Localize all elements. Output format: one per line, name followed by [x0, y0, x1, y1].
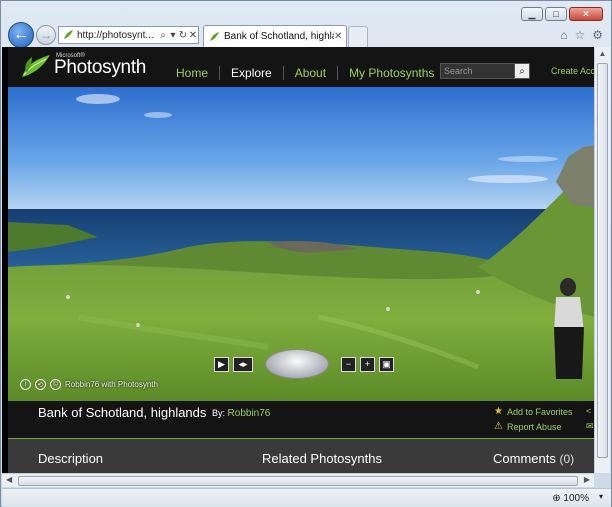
brand-small: Microsoft® [56, 53, 85, 59]
tab-description[interactable]: Description [38, 451, 103, 466]
embed-icon[interactable]: < [586, 406, 591, 416]
forward-button[interactable]: → [36, 25, 56, 45]
nav-home[interactable]: Home [165, 66, 221, 80]
navigation-joystick[interactable] [265, 349, 329, 379]
author-link[interactable]: Robbin76 [228, 408, 271, 419]
viewer-controls: ▶ ◂▸ − + ▣ [214, 349, 394, 379]
add-to-favorites-label: Add to Favorites [506, 406, 573, 417]
info-icon[interactable]: i [20, 379, 31, 390]
minus-icon: − [345, 359, 352, 369]
search-icon: ⌕ [519, 65, 525, 77]
gear-icon[interactable]: ⚙ [592, 28, 603, 42]
minimize-button[interactable]: ▁ [521, 7, 543, 21]
nav-explore[interactable]: Explore [220, 66, 284, 80]
star-icon[interactable]: ☆ [574, 28, 585, 42]
photosynth-favicon [64, 30, 73, 39]
scroll-right-icon[interactable]: ▶ [584, 475, 590, 484]
browser-titlebar: ▁ □ ✕ ← → http://photosynt... ⌕ ▾ ↻ ✕ Ba… [1, 1, 611, 48]
stop-icon[interactable]: ✕ [188, 30, 198, 41]
comments-count: (0) [559, 452, 575, 466]
synth-tabs: Description Related Photosynths Comments… [8, 439, 595, 473]
tab-related-photosynths[interactable]: Related Photosynths [262, 451, 382, 466]
photosynth-logo[interactable]: Microsoft® Photosynth [20, 53, 146, 79]
search-button[interactable]: ⌕ [514, 63, 530, 79]
home-icon[interactable]: ⌂ [560, 28, 567, 42]
report-abuse-label: Report Abuse [506, 421, 562, 432]
by-label: By: [212, 408, 226, 418]
dropdown-icon[interactable]: ▾ [168, 30, 178, 41]
email-icon[interactable]: ✉ [586, 421, 594, 432]
leaf-logo-icon [22, 55, 50, 77]
plus-icon: + [364, 359, 371, 369]
photosynth-favicon [210, 31, 219, 41]
pan-toggle-button[interactable]: ◂▸ [233, 356, 253, 372]
vertical-scrollbar[interactable]: ▲ [594, 47, 610, 473]
tab-comments[interactable]: Comments (0) [493, 451, 574, 466]
scroll-up-icon[interactable]: ▲ [595, 47, 610, 61]
synth-viewer[interactable]: ▶ ◂▸ − + ▣ i ⟲ © Robbin76 with Photosynt… [8, 87, 595, 401]
address-url[interactable]: http://photosynt... [77, 30, 158, 41]
horizontal-scrollbar[interactable]: ◀ ▶ [2, 473, 594, 487]
horizontal-scroll-thumb[interactable] [18, 476, 578, 486]
fullscreen-icon: ▣ [382, 358, 391, 369]
synth-info-bar: Bank of Schotland, highlands By: Robbin7… [8, 401, 595, 439]
play-button[interactable]: ▶ [214, 356, 229, 372]
cc-icon[interactable]: © [50, 379, 61, 390]
back-button[interactable]: ← [8, 22, 34, 48]
vertical-scroll-thumb[interactable] [597, 63, 608, 458]
create-account-link[interactable]: Create Acco [551, 66, 600, 76]
close-window-button[interactable]: ✕ [569, 7, 603, 21]
report-abuse-link[interactable]: ⚠ Report Abuse [494, 421, 562, 432]
search-icon[interactable]: ⌕ [158, 30, 168, 41]
address-bar[interactable]: http://photosynt... ⌕ ▾ ↻ ✕ [58, 26, 199, 44]
status-bar: ⊕ 100% ▾ [2, 488, 611, 507]
zoom-in-button[interactable]: + [360, 356, 375, 372]
tab-title: Bank of Schotland, highlan... [224, 31, 334, 42]
zoom-out-button[interactable]: − [341, 356, 356, 372]
refresh-icon[interactable]: ↻ [178, 30, 188, 41]
scroll-left-icon[interactable]: ◀ [6, 475, 12, 484]
fullscreen-button[interactable]: ▣ [379, 356, 394, 372]
add-to-favorites-link[interactable]: ★ Add to Favorites [494, 406, 573, 417]
browser-window: ▁ □ ✕ ← → http://photosynt... ⌕ ▾ ↻ ✕ Ba… [0, 0, 612, 507]
back-arrow-icon: ← [13, 26, 29, 43]
forward-arrow-icon: → [40, 28, 52, 42]
window-controls: ▁ □ ✕ [521, 7, 603, 21]
brand-name: Photosynth [54, 57, 147, 78]
zoom-icon: ⊕ [552, 493, 561, 504]
nav-about[interactable]: About [284, 66, 339, 80]
credit-text: Robbin76 with Photosynth [65, 380, 158, 389]
nav-my-photosynths[interactable]: My Photosynths [338, 66, 445, 80]
warning-icon: ⚠ [494, 421, 503, 432]
maximize-button[interactable]: □ [545, 7, 567, 21]
comments-label: Comments [493, 451, 556, 466]
zoom-level[interactable]: ⊕ 100% [552, 493, 589, 504]
share-icon[interactable]: ⟲ [35, 379, 46, 390]
site-header: Microsoft® Photosynth Home Explore About… [8, 47, 602, 87]
browser-tab-active[interactable]: Bank of Schotland, highlan... ✕ [203, 25, 347, 47]
zoom-dropdown-icon[interactable]: ▾ [599, 492, 603, 501]
new-tab-button[interactable] [348, 26, 368, 47]
page-viewport: Microsoft® Photosynth Home Explore About… [2, 47, 602, 473]
browser-toolbar-icons: ⌂ ☆ ⚙ [560, 28, 603, 42]
star-icon: ★ [494, 406, 503, 417]
viewer-credit: i ⟲ © Robbin76 with Photosynth [20, 379, 158, 390]
play-icon: ▶ [218, 358, 225, 369]
arrows-horizontal-icon: ◂▸ [238, 358, 248, 369]
main-nav: Home Explore About My Photosynths [165, 66, 445, 80]
zoom-value: 100% [563, 493, 589, 504]
synth-byline: By: Robbin76 [212, 408, 270, 419]
close-tab-icon[interactable]: ✕ [334, 31, 346, 42]
synth-title: Bank of Schotland, highlands [38, 405, 207, 420]
